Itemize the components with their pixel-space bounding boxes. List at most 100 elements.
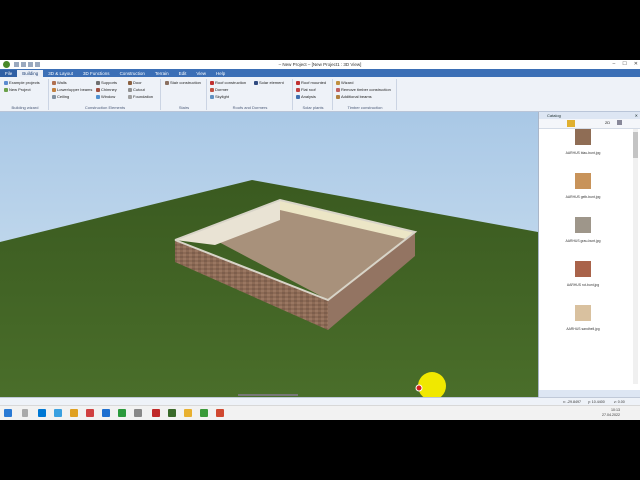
folder-up-icon[interactable] (567, 120, 575, 127)
minimize-button[interactable]: – (613, 61, 616, 67)
texture-swatch (575, 129, 591, 145)
texture-swatch (575, 217, 591, 233)
catalog-item[interactable]: AARHUS blau-bunt.jpg (553, 129, 613, 155)
additional-beams-button[interactable]: Additional beams (336, 94, 372, 99)
tab-terrain[interactable]: Terrain (150, 70, 174, 77)
catalog-item[interactable]: AARHUS gelb-bunt.jpg (553, 173, 613, 199)
cursor-click-marker (415, 384, 423, 392)
close-button[interactable]: ✕ (634, 61, 638, 67)
stair-construction-button[interactable]: Stair construction (165, 80, 201, 85)
dormer-icon (210, 87, 214, 92)
group-label: Stairs (178, 105, 190, 110)
window-button[interactable]: Window (96, 94, 115, 99)
status-z: z: 0.00 (614, 400, 625, 404)
tab-building[interactable]: Building (17, 70, 44, 77)
tab-edit[interactable]: Edit (174, 70, 192, 77)
roof-mounted-icon (296, 80, 300, 85)
catalog-item-label: AARHUS grau-bunt.jpg (565, 239, 601, 243)
catalog-bottom-tabs[interactable] (539, 390, 640, 397)
window-title: – New Project – [New Project1 : 3D View] (278, 62, 362, 67)
tab-file[interactable]: File (0, 70, 18, 77)
skylight-button[interactable]: Skylight (210, 94, 229, 99)
ceiling-button[interactable]: Ceiling (52, 94, 69, 99)
catalog-list: AARHUS blau-bunt.jpg AARHUS gelb-bunt.jp… (553, 129, 623, 384)
walls-button[interactable]: Walls (52, 80, 67, 85)
window-icon (96, 94, 100, 99)
clock-date: 27.04.2022 (602, 413, 620, 417)
status-y: y: 10.4400 (588, 400, 605, 404)
cad-app-icon[interactable] (168, 409, 176, 417)
group-construction-elements: Walls Lower/upper beams Ceiling Supports… (50, 79, 161, 110)
catalog-scroll-thumb[interactable] (633, 132, 638, 158)
tab-3d-layout[interactable]: 3D & Layout (43, 70, 78, 77)
solar-element-button[interactable]: Solar element (254, 80, 284, 85)
supports-button[interactable]: Supports (96, 80, 117, 85)
example-projects-button[interactable]: Example projects (4, 80, 40, 85)
foundation-button[interactable]: Foundation (128, 94, 153, 99)
roof-mounted-button[interactable]: Roof mounted (296, 80, 326, 85)
wizard-icon (336, 80, 340, 85)
door-button[interactable]: Door (128, 80, 142, 85)
folder-icon[interactable] (184, 409, 192, 417)
solar-icon (254, 80, 258, 85)
green-c-icon[interactable] (200, 409, 208, 417)
app-red-icon[interactable] (86, 409, 94, 417)
view-2d-icon[interactable]: 2D (605, 120, 610, 125)
3d-viewport[interactable] (0, 112, 538, 397)
wizard-button[interactable]: Wizard (336, 80, 353, 85)
title-bar: – New Project – [New Project1 : 3D View]… (0, 60, 640, 69)
group-label: Roofs and Dormers (232, 105, 268, 110)
chrome-icon[interactable] (118, 409, 126, 417)
roof-icon (210, 80, 214, 85)
projects-icon (4, 80, 8, 85)
group-solar-plants: Roof mounted Flat roof Analysis Solar pl… (294, 79, 333, 110)
catalog-item-label: AARHUS gelb-bunt.jpg (565, 195, 601, 199)
roof-construction-button[interactable]: Roof construction (210, 80, 246, 85)
app-icon[interactable] (152, 409, 160, 417)
mail-icon[interactable] (102, 409, 110, 417)
flat-roof-button[interactable]: Flat roof (296, 87, 316, 92)
taskbar: 10:13 27.04.2022 (0, 405, 640, 420)
taskbar-clock[interactable]: 10:13 27.04.2022 (602, 408, 620, 418)
explorer-icon[interactable] (70, 409, 78, 417)
support-icon (96, 80, 100, 85)
beams-button[interactable]: Lower/upper beams (52, 87, 92, 92)
catalog-item-label: AARHUS rot-bunt.jpg (566, 283, 600, 287)
catalog-item[interactable]: AARHUS rot-bunt.jpg (553, 261, 613, 287)
tab-3d-functions[interactable]: 3D Functions (78, 70, 115, 77)
catalog-item-label: AARHUS sandhell.jpg (566, 327, 600, 331)
tab-view[interactable]: View (191, 70, 211, 77)
settings-icon[interactable] (134, 409, 142, 417)
search-icon[interactable] (22, 409, 28, 417)
chimney-button[interactable]: Chimney (96, 87, 117, 92)
maximize-button[interactable]: ☐ (622, 61, 626, 67)
status-x: x: -29.8497 (563, 400, 581, 404)
skylight-icon (210, 94, 214, 99)
cutout-button[interactable]: Cutout (128, 87, 145, 92)
dormer-button[interactable]: Dormer (210, 87, 228, 92)
view-options-icon[interactable] (617, 120, 622, 125)
chimney-icon (96, 87, 100, 92)
viewport-scrollbar[interactable] (238, 394, 298, 396)
catalog-item[interactable]: AARHUS sandhell.jpg (553, 305, 613, 331)
new-project-button[interactable]: New Project (4, 87, 31, 92)
analysis-button[interactable]: Analysis (296, 94, 316, 99)
tab-help[interactable]: Help (211, 70, 230, 77)
remove-timber-button[interactable]: Remove timber construction (336, 87, 391, 92)
catalog-scrollbar[interactable] (633, 129, 638, 384)
catalog-toolbar: 2D (539, 119, 640, 129)
browser-icon[interactable] (54, 409, 62, 417)
catalog-header: Catalog ✕ (539, 112, 640, 119)
catalog-panel: Catalog ✕ 2D AARHUS blau-bunt.jpg AARHUS… (538, 112, 640, 397)
door-icon (128, 80, 132, 85)
start-icon[interactable] (4, 409, 12, 417)
edge-icon[interactable] (38, 409, 46, 417)
tab-construction[interactable]: Construction (115, 70, 150, 77)
ribbon-tabs: File Building 3D & Layout 3D Functions C… (0, 69, 640, 77)
red-c-icon[interactable] (216, 409, 224, 417)
screen: – New Project – [New Project1 : 3D View]… (0, 60, 640, 420)
catalog-item[interactable]: AARHUS grau-bunt.jpg (553, 217, 613, 243)
group-label: Construction Elements (84, 105, 126, 110)
catalog-close-icon[interactable]: ✕ (635, 112, 638, 119)
3d-scene[interactable] (0, 112, 538, 397)
